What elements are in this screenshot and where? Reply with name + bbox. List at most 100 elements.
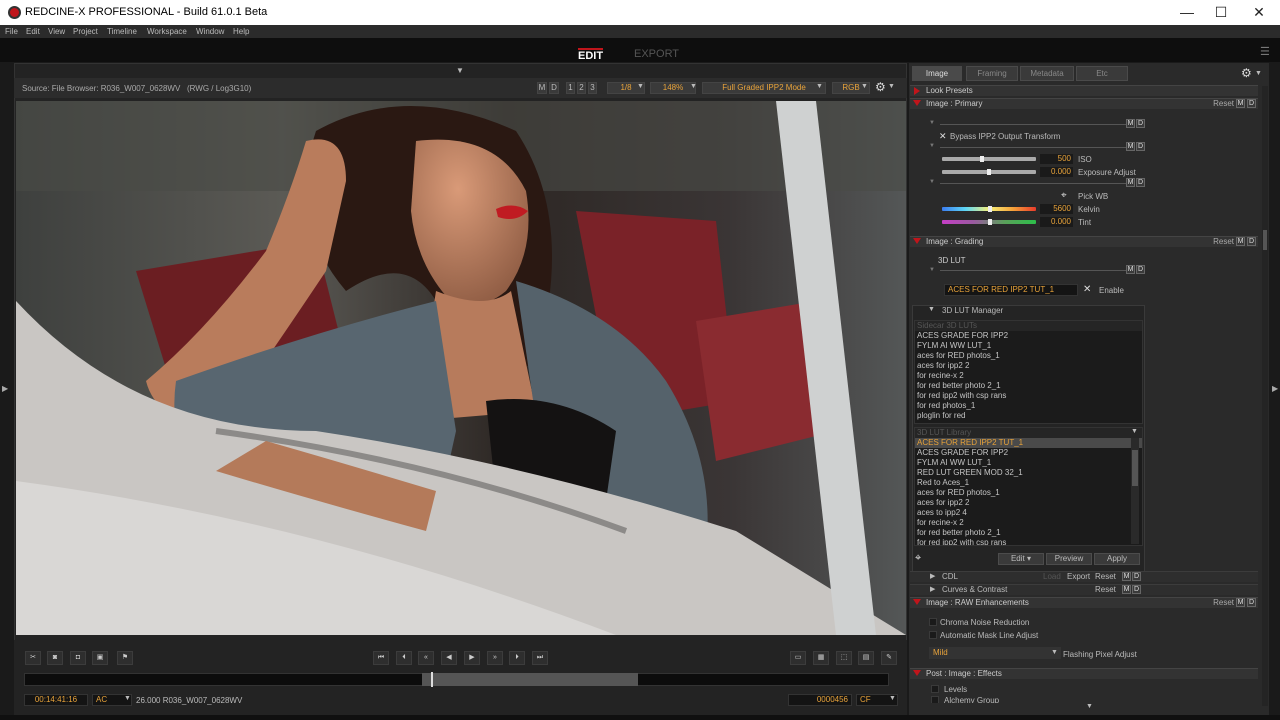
look-presets-header[interactable]: Look Presets bbox=[910, 85, 1258, 96]
menu-project[interactable]: Project bbox=[73, 27, 98, 36]
library-scroll-thumb[interactable] bbox=[1132, 450, 1138, 486]
collapse-arrow-icon[interactable]: ▼ bbox=[456, 66, 464, 75]
step-forward-icon[interactable]: » bbox=[487, 651, 503, 665]
enable-checkbox[interactable]: ✕ bbox=[1083, 284, 1091, 295]
view-3-button[interactable]: 3 bbox=[588, 82, 597, 94]
apply-button[interactable]: Apply bbox=[1094, 553, 1140, 565]
close-button[interactable]: ✕ bbox=[1236, 2, 1280, 23]
prev-mark-icon[interactable]: ⏴ bbox=[396, 651, 412, 665]
list-item[interactable]: ACES GRADE FOR IPP2 bbox=[915, 331, 1142, 341]
gear-icon[interactable]: ⚙ bbox=[1241, 66, 1252, 80]
d-button[interactable]: D bbox=[1132, 572, 1141, 581]
menu-help[interactable]: Help bbox=[233, 27, 249, 36]
viewer-image[interactable] bbox=[16, 101, 906, 635]
go-to-start-icon[interactable]: ⏮ bbox=[373, 651, 389, 665]
list-item[interactable]: Red to Aces_1 bbox=[915, 478, 1142, 488]
post-effects-header[interactable]: Post : Image : Effects bbox=[910, 668, 1258, 679]
tab-image[interactable]: Image bbox=[912, 66, 962, 81]
hamburger-icon[interactable]: ☰ bbox=[1260, 45, 1270, 58]
chevron-down-icon[interactable]: ▼ bbox=[861, 83, 868, 90]
panel-scrollbar[interactable] bbox=[1262, 86, 1268, 706]
list-item[interactable]: aces for ipp2 2 bbox=[915, 361, 1142, 371]
m-button[interactable]: M bbox=[1122, 585, 1131, 594]
d-button[interactable]: D bbox=[1136, 265, 1145, 274]
m-button[interactable]: M bbox=[1126, 119, 1135, 128]
tab-edit[interactable]: EDIT bbox=[578, 48, 604, 62]
collapse-icon[interactable]: ▼ bbox=[929, 179, 935, 185]
iso-slider-knob[interactable] bbox=[980, 156, 984, 162]
collapse-icon[interactable]: ▼ bbox=[928, 306, 935, 313]
tab-export[interactable]: EXPORT bbox=[634, 48, 679, 60]
exposure-slider-knob[interactable] bbox=[987, 169, 991, 175]
flashing-pixel-select[interactable]: Mild bbox=[929, 647, 1061, 659]
clip-tools-icon[interactable]: ✂ bbox=[25, 651, 41, 665]
chevron-down-icon[interactable]: ▼ bbox=[124, 695, 131, 702]
m-button[interactable]: M bbox=[1236, 598, 1245, 607]
menu-file[interactable]: File bbox=[5, 27, 18, 36]
m-button[interactable]: M bbox=[1236, 99, 1245, 108]
next-mark-icon[interactable]: ⏵ bbox=[509, 651, 525, 665]
tab-framing[interactable]: Framing bbox=[966, 66, 1018, 81]
kelvin-value[interactable]: 5600 bbox=[1040, 204, 1073, 214]
view-1-button[interactable]: 1 bbox=[566, 82, 575, 94]
list-item[interactable]: for red better photo 2_1 bbox=[915, 381, 1142, 391]
timecode-field[interactable]: 00:14:41:16 bbox=[24, 694, 88, 706]
menu-window[interactable]: Window bbox=[196, 27, 224, 36]
display-icon[interactable]: ▭ bbox=[790, 651, 806, 665]
primary-header[interactable]: Image : Primary Reset bbox=[910, 98, 1258, 109]
panel-scroll-thumb[interactable] bbox=[1263, 230, 1267, 250]
list-item[interactable]: for red ipp2 with csp rans bbox=[915, 538, 1142, 545]
grading-header[interactable]: Image : Grading Reset bbox=[910, 236, 1258, 247]
d-button[interactable]: D bbox=[1136, 142, 1145, 151]
chevron-down-icon[interactable]: ▼ bbox=[1255, 70, 1262, 77]
cdl-reset-button[interactable]: Reset bbox=[1095, 572, 1116, 581]
view-2-button[interactable]: 2 bbox=[577, 82, 586, 94]
expand-icon[interactable]: ▶ bbox=[930, 572, 935, 580]
gear-icon[interactable]: ⚙ bbox=[875, 80, 886, 94]
chevron-down-icon[interactable]: ▼ bbox=[888, 83, 895, 90]
tab-metadata[interactable]: Metadata bbox=[1020, 66, 1074, 81]
mask-checkbox[interactable] bbox=[929, 631, 937, 639]
play-icon[interactable]: ▶ bbox=[464, 651, 480, 665]
lut-select[interactable]: ACES FOR RED IPP2 TUT_1 bbox=[944, 284, 1078, 296]
lut-library-list[interactable]: 3D LUT Library ACES FOR RED IPP2 TUT_1 A… bbox=[914, 427, 1143, 546]
list-item[interactable]: for red better photo 2_1 bbox=[915, 528, 1142, 538]
list-item[interactable]: ACES GRADE FOR IPP2 bbox=[915, 448, 1142, 458]
m-button[interactable]: M bbox=[1126, 178, 1135, 187]
list-item[interactable]: for red photos_1 bbox=[915, 401, 1142, 411]
list-item[interactable]: ploglin for red bbox=[915, 411, 1142, 421]
edit-button[interactable]: Edit ▾ bbox=[998, 553, 1044, 565]
cdl-load-button[interactable]: Load bbox=[1043, 572, 1061, 581]
list-item-selected[interactable]: ACES FOR RED IPP2 TUT_1 bbox=[915, 438, 1142, 448]
preview-button[interactable]: Preview bbox=[1046, 553, 1092, 565]
levels-checkbox[interactable] bbox=[931, 685, 939, 693]
step-back-icon[interactable]: « bbox=[418, 651, 434, 665]
play-reverse-icon[interactable]: ◀ bbox=[441, 651, 457, 665]
monitor-icon[interactable]: ▣ bbox=[92, 651, 108, 665]
go-to-end-icon[interactable]: ⏭ bbox=[532, 651, 548, 665]
m-button[interactable]: M bbox=[1122, 572, 1131, 581]
chevron-down-icon[interactable]: ▼ bbox=[690, 83, 697, 90]
chevron-down-icon[interactable]: ▼ bbox=[1131, 428, 1138, 435]
exposure-value[interactable]: 0.000 bbox=[1040, 167, 1073, 177]
display-mode-select[interactable]: Full Graded IPP2 Mode bbox=[702, 82, 826, 94]
sidecar-lut-list[interactable]: Sidecar 3D LUTs ACES GRADE FOR IPP2 FYLM… bbox=[914, 320, 1143, 424]
tint-slider-knob[interactable] bbox=[988, 219, 992, 225]
menu-timeline[interactable]: Timeline bbox=[107, 27, 137, 36]
list-item[interactable]: for red ipp2 with csp rans bbox=[915, 391, 1142, 401]
d-button[interactable]: D bbox=[1247, 99, 1256, 108]
list-item[interactable]: aces to ipp2 4 bbox=[915, 508, 1142, 518]
collapse-icon[interactable]: ▼ bbox=[929, 120, 935, 126]
m-button[interactable]: M bbox=[1126, 265, 1135, 274]
left-panel-arrow-icon[interactable]: ▶ bbox=[2, 384, 8, 393]
iso-slider[interactable] bbox=[942, 157, 1036, 161]
cdl-export-button[interactable]: Export bbox=[1067, 572, 1090, 581]
scroll-down-icon[interactable]: ▼ bbox=[1086, 703, 1093, 710]
chevron-down-icon[interactable]: ▼ bbox=[1051, 649, 1058, 656]
frame-field[interactable]: 0000456 bbox=[788, 694, 852, 706]
collapse-icon[interactable]: ▼ bbox=[929, 143, 935, 149]
flag-icon[interactable]: ⚑ bbox=[117, 651, 133, 665]
collapse-icon[interactable]: ▼ bbox=[929, 267, 935, 273]
right-panel-arrow-icon[interactable]: ▶ bbox=[1272, 384, 1278, 393]
list-item[interactable]: RED LUT GREEN MOD 32_1 bbox=[915, 468, 1142, 478]
